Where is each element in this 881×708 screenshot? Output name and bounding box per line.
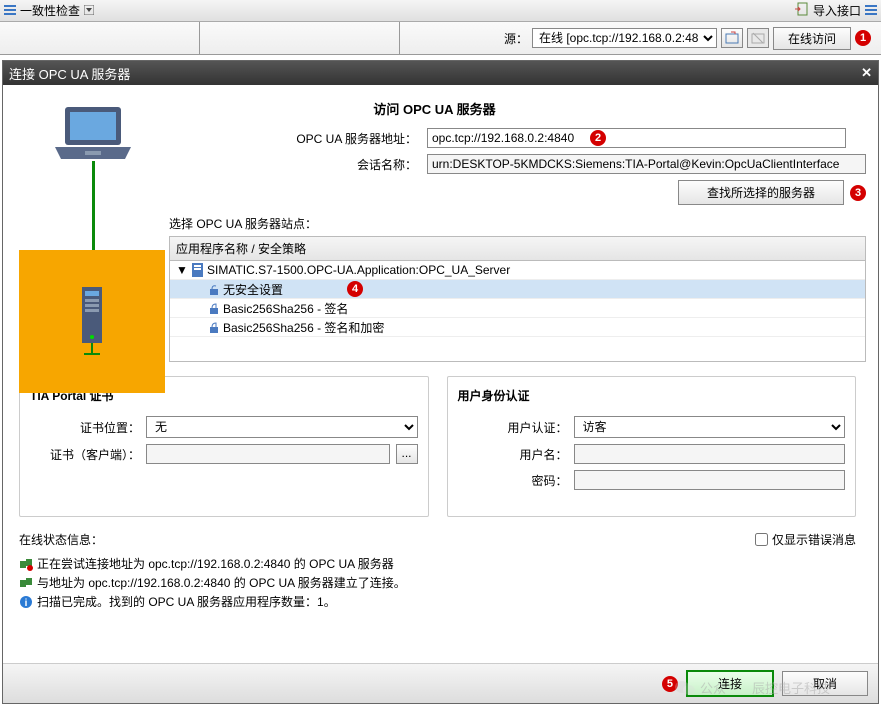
endpoint-grid: 应用程序名称 / 安全策略 ▼ SIMATIC.S7-1500.OPC-UA.A… [169,236,866,362]
endpoint-grid-header: 应用程序名称 / 安全策略 [170,237,865,261]
status-text-3: 扫描已完成。找到的 OPC UA 服务器应用程序数量：1。 [37,593,336,610]
connected-icon [19,576,33,590]
endpoint-app-name: SIMATIC.S7-1500.OPC-UA.Application:OPC_U… [207,263,510,277]
endpoint-none-row[interactable]: 无安全设置 4 [170,280,865,299]
dialog-body: 访问 OPC UA 服务器 [3,85,878,663]
info-icon: i [19,595,33,609]
lock-icon [208,303,219,314]
status-line-1: 正在尝试连接地址为 opc.tcp://192.168.0.2:4840 的 O… [19,554,856,573]
endpoint-signenc-text: Basic256Sha256 - 签名和加密 [223,319,384,336]
import-icon[interactable] [795,2,809,19]
step-badge-5: 5 [662,676,678,692]
disconnect-icon-button[interactable] [747,28,769,48]
import-interface-button[interactable]: 导入接口 [813,2,861,19]
username-input [574,444,846,464]
server-block [19,250,165,393]
step-badge-2: 2 [590,130,606,146]
endpoint-sign-row[interactable]: Basic256Sha256 - 签名 [170,299,865,318]
connecting-icon [19,557,33,571]
disclosure-triangle-icon[interactable]: ▼ [176,263,188,277]
step-badge-3: 3 [850,185,866,201]
cert-location-label: 证书位置： [30,419,140,436]
user-auth-label: 用户认证： [458,419,568,436]
toolbar-mid: 源： 在线 [opc.tcp://192.168.0.2:4840] 在线访问 … [0,22,881,55]
toolbar-top: 一致性检查 导入接口 [0,0,881,22]
endpoint-sign-text: Basic256Sha256 - 签名 [223,300,348,317]
panel-spacer-1 [0,22,200,54]
consistency-check-button[interactable]: 一致性检查 [20,2,80,19]
connect-opcua-dialog: 连接 OPC UA 服务器 ✕ 访问 OPC UA 服务器 [2,60,879,704]
only-errors-checkbox[interactable] [755,533,768,546]
dropdown-arrow-icon[interactable] [84,4,94,18]
endpoint-app-row[interactable]: ▼ SIMATIC.S7-1500.OPC-UA.Application:OPC… [170,261,865,280]
status-line-2: 与地址为 opc.tcp://192.168.0.2:4840 的 OPC UA… [19,573,856,592]
step-badge-1: 1 [855,30,871,46]
connect-button[interactable]: 连接 [686,670,774,697]
cert-panel: TIA Portal 证书 证书位置： 无 证书（客户端）： ... [19,376,429,517]
cert-client-input [146,444,390,464]
auth-panel-title: 用户身份认证 [458,387,846,404]
find-server-button[interactable]: 查找所选择的服务器 [678,180,844,205]
panels-row: TIA Portal 证书 证书位置： 无 证书（客户端）： ... 用户身份认… [19,376,856,517]
browse-icon-button[interactable] [721,28,743,48]
password-label: 密码： [458,472,568,489]
laptop-icon [53,105,135,166]
unlock-icon [208,284,219,295]
hamburger-icon2[interactable] [865,4,877,18]
username-label: 用户名： [458,446,568,463]
server-small-icon [192,263,203,277]
auth-panel: 用户身份认证 用户认证： 访客 用户名： 密码： [447,376,857,517]
user-auth-select[interactable]: 访客 [574,416,846,438]
dialog-bottom-bar: 5 连接 取消 [3,663,878,703]
status-text-2: 与地址为 opc.tcp://192.168.0.2:4840 的 OPC UA… [37,574,406,591]
dialog-titlebar: 连接 OPC UA 服务器 ✕ [3,61,878,85]
panel-spacer-2 [200,22,400,54]
password-input [574,470,846,490]
source-select[interactable]: 在线 [opc.tcp://192.168.0.2:4840] [532,28,717,48]
session-name-input [427,154,866,174]
server-address-input[interactable] [427,128,846,148]
status-line-3: i 扫描已完成。找到的 OPC UA 服务器应用程序数量：1。 [19,592,856,611]
select-endpoint-label: 选择 OPC UA 服务器站点： [169,215,866,232]
cancel-button[interactable]: 取消 [782,671,868,696]
step-badge-4: 4 [347,281,363,297]
endpoint-area: 选择 OPC UA 服务器站点： 应用程序名称 / 安全策略 ▼ SIMATIC… [169,215,866,362]
online-access-button[interactable]: 在线访问 [773,27,851,50]
status-text-1: 正在尝试连接地址为 opc.tcp://192.168.0.2:4840 的 O… [37,555,394,572]
close-icon[interactable]: ✕ [861,65,872,81]
server-icon [78,287,106,357]
endpoint-none-text: 无安全设置 [223,281,283,298]
lock-icon [208,322,219,333]
status-area: 在线状态信息： 仅显示错误消息 正在尝试连接地址为 opc.tcp://192.… [19,531,856,611]
connection-line [92,161,95,251]
dialog-title-text: 连接 OPC UA 服务器 [9,64,130,83]
svg-text:i: i [25,598,28,609]
endpoint-signenc-row[interactable]: Basic256Sha256 - 签名和加密 [170,318,865,337]
cert-browse-button[interactable]: ... [396,444,418,464]
status-title: 在线状态信息： [19,531,103,548]
only-errors-label: 仅显示错误消息 [772,531,856,548]
cert-client-label: 证书（客户端）： [30,446,140,463]
source-label: 源： [504,30,528,47]
cert-location-select[interactable]: 无 [146,416,418,438]
hamburger-icon[interactable] [4,4,16,18]
